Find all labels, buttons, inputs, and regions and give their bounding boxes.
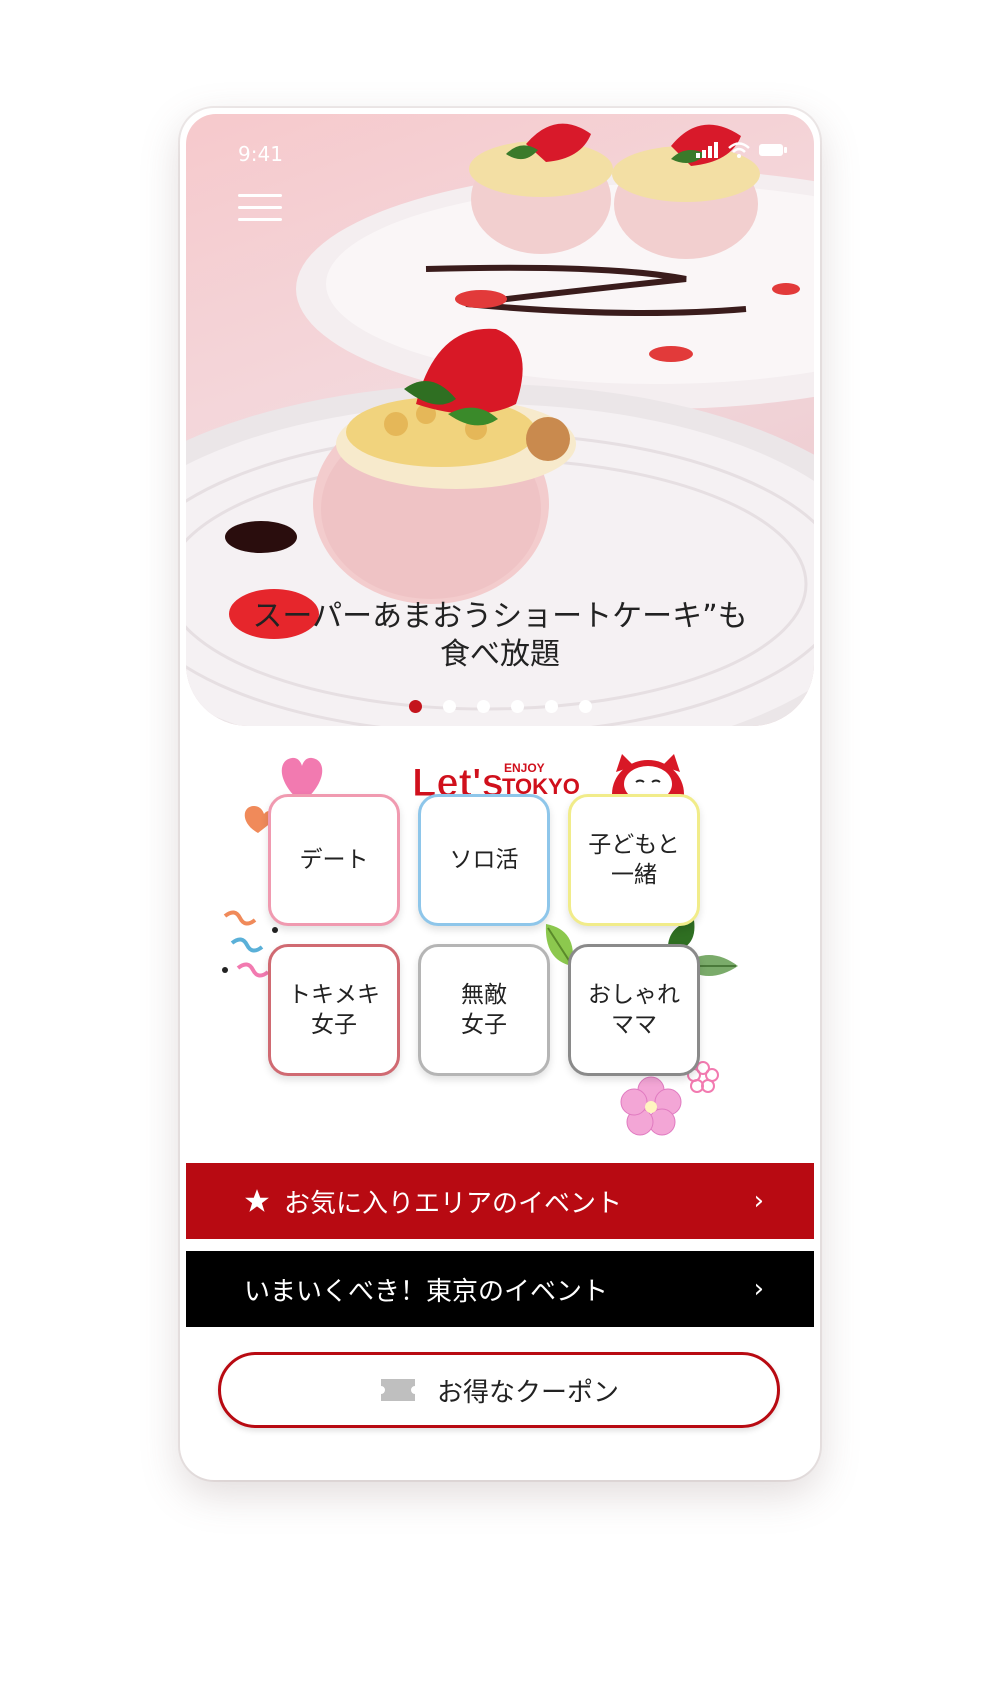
category-label: おしゃれ [588,982,680,1008]
tokyo-events-banner[interactable]: いまいくべき！東京のイベント › [186,1251,814,1327]
carousel-dot[interactable] [578,700,592,713]
wifi-icon [728,142,750,158]
status-icons [696,142,788,158]
hero-carousel[interactable]: 9:41 スーパーあまおうショートケーキ”も 食べ放題 [186,114,814,726]
category-label: ママ [611,1012,657,1038]
chevron-right-icon: › [753,1274,764,1304]
favorite-area-events-label: お気に入りエリアのイベント [284,1188,623,1219]
carousel-dot[interactable] [544,700,558,713]
hero-caption: スーパーあまおうショートケーキ”も 食べ放題 [186,598,814,674]
chevron-right-icon: › [753,1186,764,1216]
category-label: デート [299,847,369,873]
status-time: 9:41 [238,142,283,166]
category-label: 一緒 [610,862,657,888]
category-tile-date[interactable]: デート [268,794,400,926]
ticket-icon [380,1379,415,1401]
category-label: 無敵 [461,982,507,1008]
carousel-dot[interactable] [408,700,422,713]
hero-caption-line1: スーパーあまおうショートケーキ”も [252,599,748,634]
coupon-label: お得なクーポン [436,1377,619,1408]
logo-enjoy-text: ENJOY [504,761,545,775]
category-label: トキメキ [288,982,380,1008]
signal-icon [696,142,718,158]
coupon-button[interactable]: お得なクーポン [218,1352,780,1428]
category-label: 女子 [461,1012,507,1038]
category-label: 女子 [311,1012,357,1038]
category-label: 子どもと [588,832,680,858]
category-tile-solo[interactable]: ソロ活 [418,794,550,926]
carousel-dot[interactable] [476,700,490,713]
category-tile-tokimeki[interactable]: トキメキ 女子 [268,944,400,1076]
category-tile-oshare-mama[interactable]: おしゃれ ママ [568,944,700,1076]
sakura-flower-icon [620,1076,682,1136]
hero-caption-line2: 食べ放題 [440,637,560,672]
carousel-dot[interactable] [442,700,456,713]
category-tile-with-kids[interactable]: 子どもと 一緒 [568,794,700,926]
hamburger-menu-icon[interactable] [238,194,282,224]
battery-icon [759,144,787,156]
carousel-pagination [186,700,814,713]
star-icon [245,1189,269,1212]
tokyo-events-label: いまいくべき！東京のイベント [244,1276,609,1307]
category-label: ソロ活 [449,847,519,873]
category-tile-muteki[interactable]: 無敵 女子 [418,944,550,1076]
phone-frame: 9:41 スーパーあまおうショートケーキ”も 食べ放題 Let's ENJOY … [180,108,820,1480]
favorite-area-events-banner[interactable]: お気に入りエリアのイベント › [186,1163,814,1239]
carousel-dot[interactable] [510,700,524,713]
